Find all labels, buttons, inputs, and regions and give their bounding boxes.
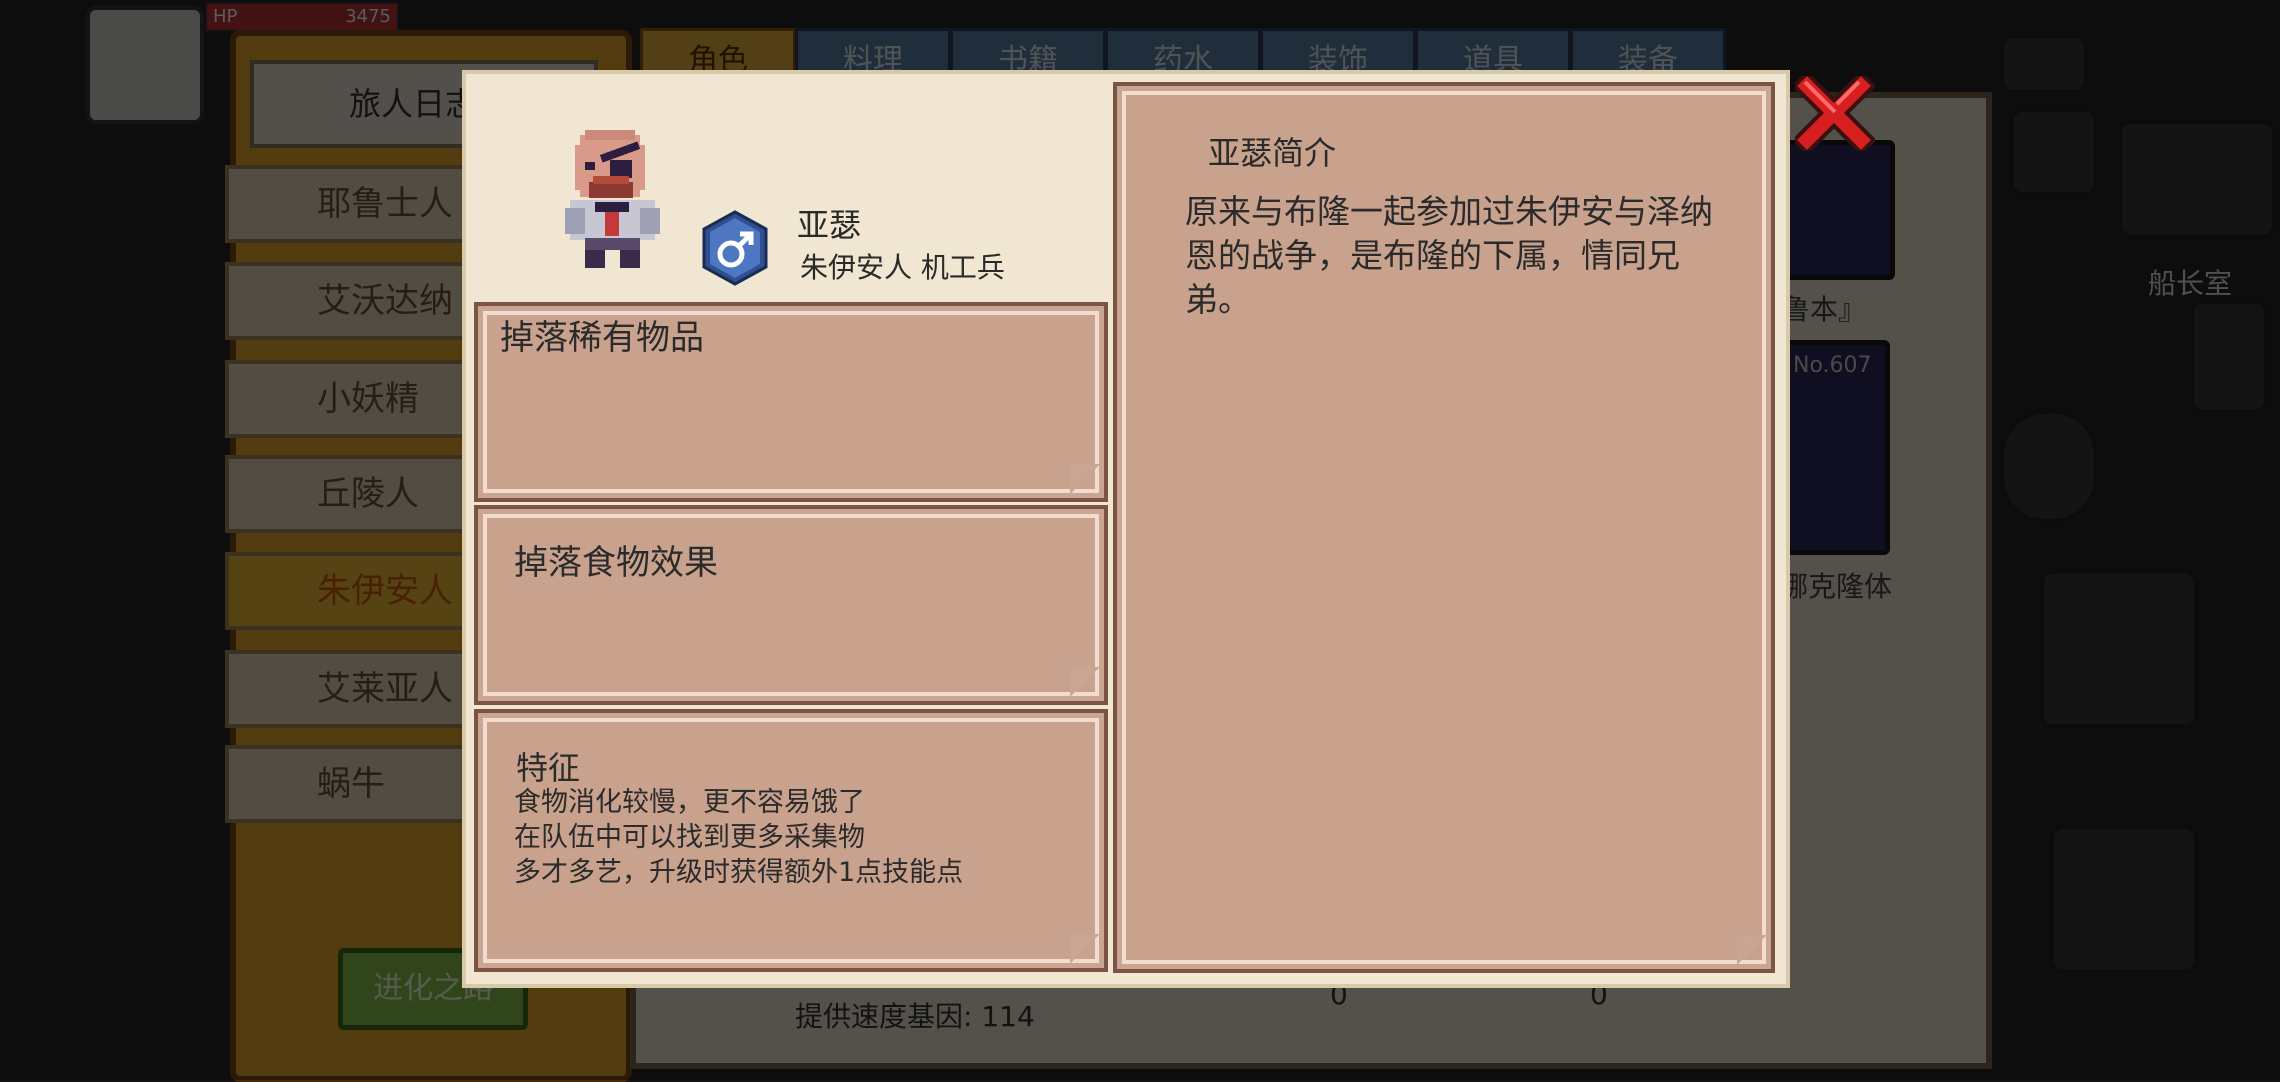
rare-drops-title: 掉落稀有物品 — [500, 318, 704, 358]
trait-line: 食物消化较慢，更不容易饿了 — [514, 787, 865, 818]
traits-title: 特征 — [516, 749, 581, 787]
character-race-class: 朱伊安人 机工兵 — [800, 251, 1005, 284]
trait-line: 多才多艺，升级时获得额外1点技能点 — [514, 857, 964, 888]
page-fold — [1737, 935, 1767, 965]
food-effect-title: 掉落食物效果 — [514, 543, 718, 583]
description-title: 亚瑟简介 — [1208, 134, 1337, 172]
rare-drops-section: 掉落稀有物品 — [474, 302, 1108, 502]
page-fold — [1070, 667, 1100, 697]
trait-line: 在队伍中可以找到更多采集物 — [514, 822, 865, 853]
character-name: 亚瑟 — [797, 206, 862, 244]
page-fold — [1070, 464, 1100, 494]
male-gender-icon — [702, 210, 768, 286]
traits-section: 特征 食物消化较慢，更不容易饿了 在队伍中可以找到更多采集物 多才多艺，升级时获… — [474, 709, 1108, 972]
food-effect-section: 掉落食物效果 — [474, 505, 1108, 705]
close-icon[interactable] — [1791, 70, 1877, 156]
character-portrait — [555, 130, 670, 270]
description-body: 原来与布隆一起参加过朱伊安与泽纳恩的战争，是布隆的下属，情同兄弟。 — [1185, 192, 1713, 319]
page-fold — [1070, 934, 1100, 964]
